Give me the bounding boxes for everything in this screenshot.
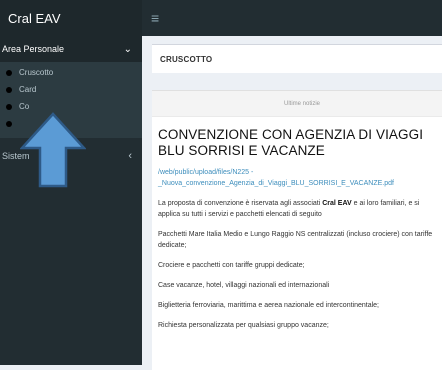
sidebar-item-cruscotto[interactable]: Cruscotto — [0, 64, 142, 81]
sidebar: Area Personale ⌄ Cruscotto Card Co Siste… — [0, 36, 142, 365]
sidebar-item-label: Card — [19, 85, 37, 94]
arrow-up-shape — [20, 112, 86, 188]
news-paragraph: Richiesta personalizzata per qualsiasi g… — [158, 322, 329, 329]
news-paragraph: Case vacanze, hotel, villaggi nazionali … — [158, 282, 330, 289]
bullet-icon — [6, 120, 12, 127]
sidebar-item-label: Co — [19, 102, 30, 111]
card-header: Ultime notizie — [152, 91, 442, 117]
page-title: CRUSCOTTO — [152, 44, 442, 73]
sidebar-item-card[interactable]: Card — [0, 81, 142, 98]
news-attachment-link[interactable]: /web/public/upload/files/N225 - _Nuova_c… — [158, 167, 440, 189]
app-brand[interactable]: Cral EAV — [0, 0, 142, 36]
top-navbar: Cral EAV ≡ — [0, 0, 442, 36]
sidebar-section-area-personale[interactable]: Area Personale ⌄ — [0, 36, 142, 62]
intro-text: La proposta di convenzione è riservata a… — [158, 200, 323, 207]
bullet-icon — [6, 86, 12, 93]
news-paragraph: Pacchetti Mare Italia Medio e Lungo Ragg… — [158, 231, 433, 249]
bullet-icon — [6, 103, 12, 110]
main-content: CRUSCOTTO Ultime notizie CONVENZIONE CON… — [142, 36, 442, 370]
chevron-left-icon: ‹ — [128, 150, 132, 162]
news-paragraph: Biglietteria ferroviaria, marittima e ae… — [158, 302, 380, 309]
chevron-down-icon: ⌄ — [123, 43, 132, 55]
news-paragraph: Crociere e pacchetti con tariffe gruppi … — [158, 262, 305, 269]
news-intro: La proposta di convenzione è riservata a… — [158, 198, 440, 220]
arrow-up-icon — [20, 112, 86, 188]
intro-bold: Cral EAV — [322, 200, 352, 207]
sidebar-section-label: Area Personale — [2, 44, 65, 54]
card-body: CONVENZIONE CON AGENZIA DI VIAGGI BLU SO… — [152, 117, 442, 331]
menu-toggle-icon[interactable]: ≡ — [151, 10, 159, 26]
sidebar-item-label: Cruscotto — [19, 68, 54, 77]
news-card: Ultime notizie CONVENZIONE CON AGENZIA D… — [152, 90, 442, 370]
news-title: CONVENZIONE CON AGENZIA DI VIAGGI BLU SO… — [158, 127, 424, 158]
bullet-icon — [6, 69, 12, 76]
